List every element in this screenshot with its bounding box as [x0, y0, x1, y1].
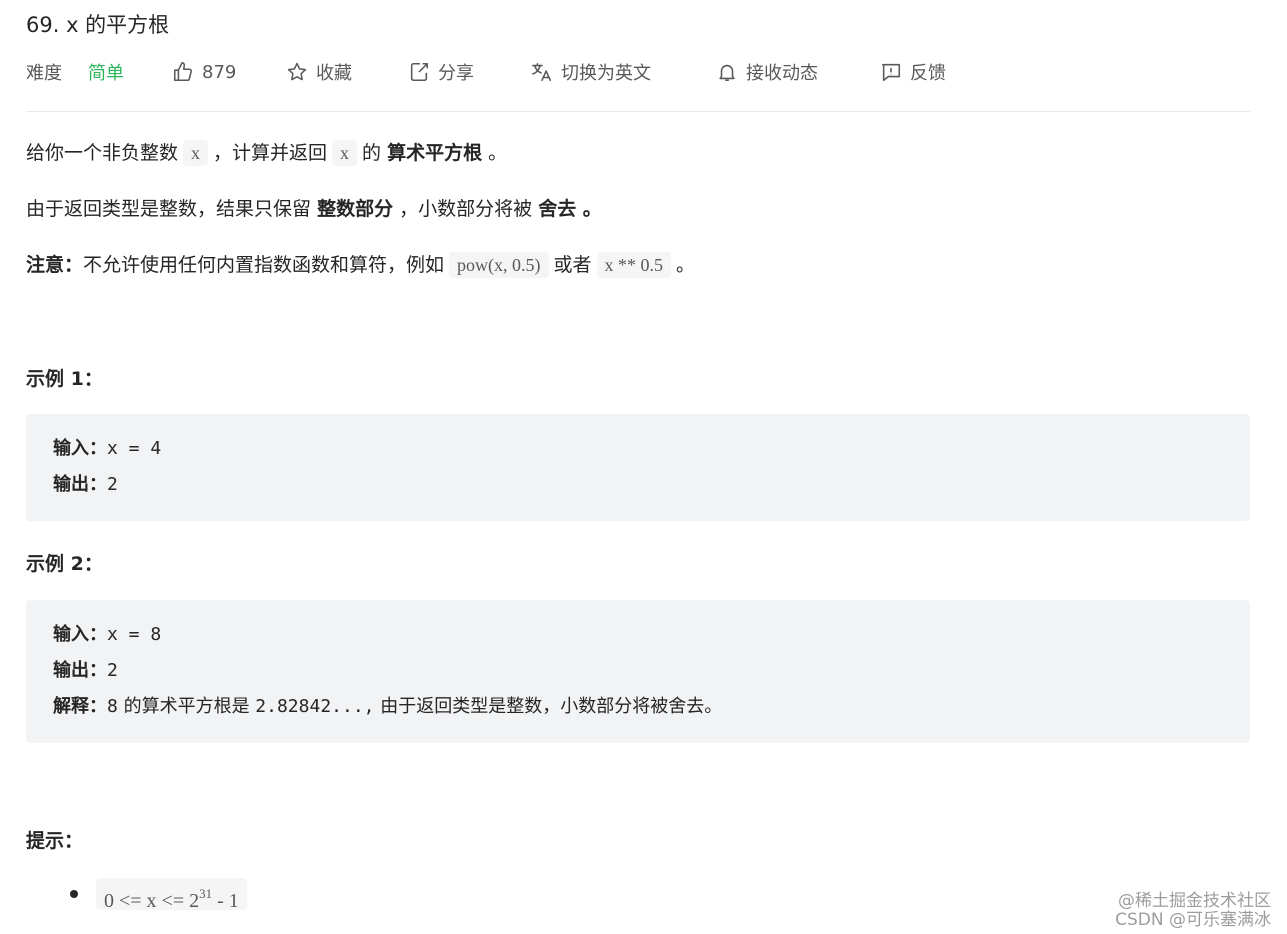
- value: 8: [107, 696, 118, 717]
- inline-code: x ** 0.5: [596, 252, 672, 278]
- example-2-heading: 示例 2：: [26, 553, 103, 575]
- example-2-block: 输入：x = 8 输出：2 解释：8 的算术平方根是 2.82842..., 由…: [26, 600, 1250, 743]
- constraint-right: - 1: [212, 890, 239, 912]
- text: 的算术平方根是: [117, 696, 256, 717]
- description-paragraph-1: 给你一个非负整数 x ，计算并返回 x 的 算术平方根 。: [26, 138, 507, 168]
- text: 不允许使用任何内置指数函数和算符，例如: [83, 254, 445, 276]
- inline-code: pow(x, 0.5): [449, 252, 549, 278]
- example-2-explanation: 解释：8 的算术平方根是 2.82842..., 由于返回类型是整数，小数部分将…: [53, 694, 722, 720]
- bold-text: 整数部分: [317, 198, 394, 220]
- bell-icon: [716, 61, 738, 83]
- difficulty-badge: 简单: [88, 63, 124, 84]
- value: 2: [107, 474, 118, 495]
- inline-code: x: [183, 140, 209, 166]
- text: ，小数部分将被: [399, 198, 533, 220]
- header-divider: [26, 111, 1250, 112]
- bullet: [70, 890, 78, 898]
- notify-label: 接收动态: [746, 63, 818, 84]
- value: 2.82842...,: [255, 696, 375, 717]
- constraint-left: 0 <= x <= 2: [104, 890, 200, 912]
- text: ，计算并返回: [213, 142, 328, 164]
- constraint-code: 0 <= x <= 231 - 1: [96, 878, 247, 912]
- translate-label: 切换为英文: [561, 63, 651, 84]
- example-1-output: 输出：2: [53, 472, 118, 498]
- example-2-input: 输入：x = 8: [53, 622, 161, 648]
- feedback-label: 反馈: [910, 63, 946, 84]
- inline-code: x: [332, 140, 358, 166]
- value: x = 4: [107, 438, 162, 459]
- like-button[interactable]: 879: [172, 56, 236, 88]
- text: 或者: [553, 254, 592, 276]
- text: 由于返回类型是整数，小数部分将被舍去。: [374, 696, 723, 717]
- share-icon: [408, 61, 430, 83]
- example-1-input: 输入：x = 4: [53, 436, 161, 462]
- share-button[interactable]: 分享: [408, 56, 474, 88]
- text: 给你一个非负整数: [26, 142, 179, 164]
- switch-language-button[interactable]: 切换为英文: [531, 56, 651, 88]
- example-1-heading: 示例 1：: [26, 368, 103, 390]
- description-paragraph-3: 注意：不允许使用任何内置指数函数和算符，例如 pow(x, 0.5) 或者 x ** …: [26, 250, 695, 280]
- translate-icon: [531, 61, 553, 83]
- text: 。: [488, 142, 508, 164]
- description-paragraph-2: 由于返回类型是整数，结果只保留 整数部分 ，小数部分将被 舍去 。: [26, 194, 602, 224]
- text: 由于返回类型是整数，结果只保留: [26, 198, 312, 220]
- favorite-button[interactable]: 收藏: [286, 56, 352, 88]
- text: 的: [362, 142, 382, 164]
- label: 输出：: [53, 474, 107, 495]
- thumbs-up-icon: [172, 61, 194, 83]
- difficulty: 难度 简单: [26, 56, 124, 88]
- watermark-csdn: CSDN @可乐塞满冰: [1115, 910, 1271, 930]
- share-label: 分享: [438, 63, 474, 84]
- value: x = 8: [107, 624, 162, 645]
- bold-text: 舍去 。: [538, 198, 602, 220]
- page-title: 69. x 的平方根: [26, 13, 170, 37]
- feedback-button[interactable]: 反馈: [880, 56, 946, 88]
- constraint-list-item: 0 <= x <= 231 - 1: [70, 878, 247, 912]
- bold-text: 算术平方根: [387, 142, 483, 164]
- feedback-icon: [880, 61, 902, 83]
- constraint-exponent: 31: [199, 886, 213, 901]
- label: 输入：: [53, 438, 107, 459]
- label: 输入：: [53, 624, 107, 645]
- subscribe-button[interactable]: 接收动态: [716, 56, 818, 88]
- label: 解释：: [53, 696, 107, 717]
- like-count: 879: [202, 61, 237, 83]
- favorite-label: 收藏: [316, 63, 352, 84]
- value: 2: [107, 660, 118, 681]
- text: 。: [676, 254, 696, 276]
- star-icon: [286, 61, 308, 83]
- label: 输出：: [53, 660, 107, 681]
- example-1-block: 输入：x = 4 输出：2: [26, 414, 1250, 521]
- example-2-output: 输出：2: [53, 658, 118, 684]
- bold-text: 注意：: [26, 254, 84, 276]
- difficulty-label: 难度: [26, 63, 62, 84]
- hints-heading: 提示：: [26, 830, 84, 852]
